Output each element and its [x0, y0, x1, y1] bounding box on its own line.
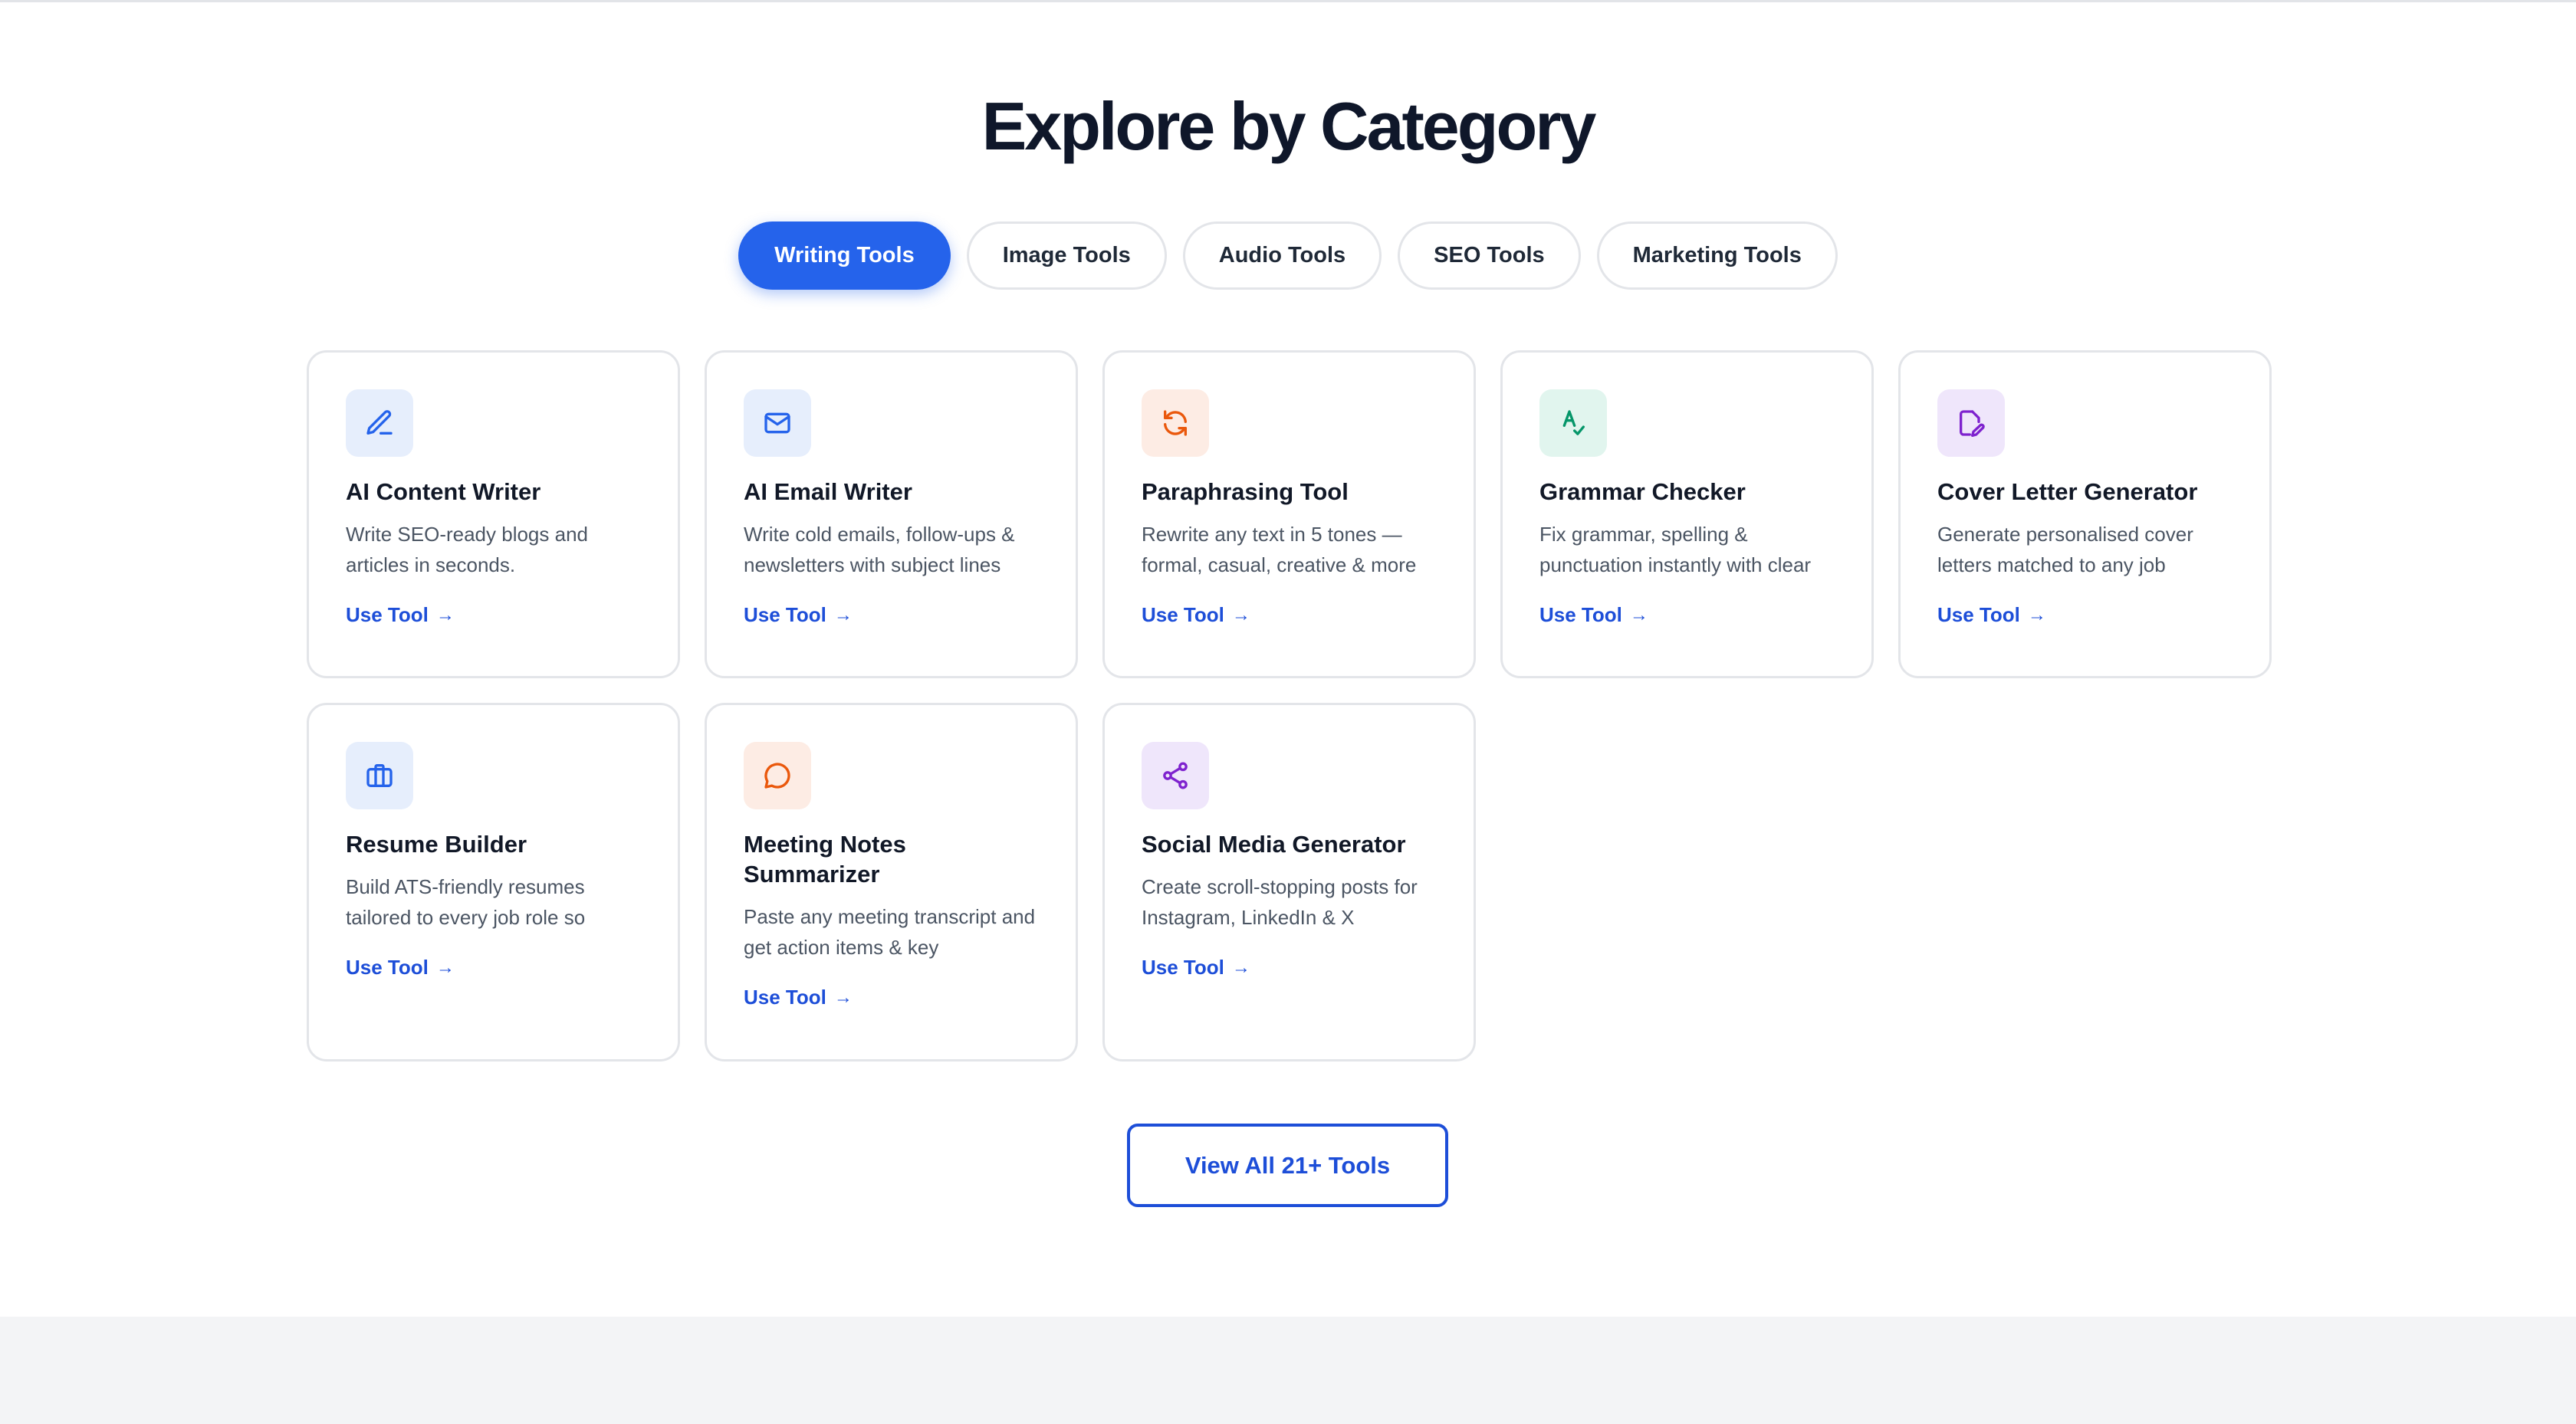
tool-card-description: Create scroll-stopping posts for Instagr…	[1142, 875, 1418, 929]
refresh-icon	[1142, 389, 1209, 457]
share-icon	[1142, 742, 1209, 809]
tools-grid: AI Content Writer Write SEO-ready blogs …	[307, 350, 2272, 1061]
arrow-right-icon: →	[1231, 956, 1250, 978]
tool-card-description: Build ATS-friendly resumes tailored to e…	[346, 875, 586, 929]
tool-card-title: Cover Letter Generator	[1937, 478, 2198, 505]
tab-image-tools[interactable]: Image Tools	[966, 221, 1167, 290]
tool-card-ai-email-writer[interactable]: AI Email Writer Write cold emails, follo…	[705, 350, 1078, 678]
section-title: Explore by Category	[981, 88, 1597, 164]
tool-card-description: Write SEO-ready blogs and articles in se…	[346, 523, 588, 576]
top-divider	[0, 0, 2576, 2]
tool-card-resume-builder[interactable]: Resume Builder Build ATS-friendly resume…	[307, 703, 680, 1061]
tool-card-title: Resume Builder	[346, 831, 527, 858]
category-tabs: Writing Tools Image Tools Audio Tools SE…	[0, 221, 2576, 290]
use-tool-label: Use Tool	[346, 603, 429, 626]
briefcase-icon	[346, 742, 413, 809]
use-tool-link[interactable]: Use Tool →	[744, 986, 853, 1009]
tool-card-ai-content-writer[interactable]: AI Content Writer Write SEO-ready blogs …	[307, 350, 680, 678]
file-edit-icon	[1937, 389, 2005, 457]
use-tool-link[interactable]: Use Tool →	[1937, 603, 2046, 627]
pencil-icon	[346, 389, 413, 457]
tool-card-title: AI Content Writer	[346, 478, 541, 505]
footer-band	[0, 1317, 2576, 1424]
tool-card-title: Social Media Generator	[1142, 831, 1406, 858]
tool-card-grammar-checker[interactable]: Grammar Checker Fix grammar, spelling & …	[1500, 350, 1874, 678]
tool-card-paraphrasing-tool[interactable]: Paraphrasing Tool Rewrite any text in 5 …	[1102, 350, 1476, 678]
tab-audio-tools[interactable]: Audio Tools	[1182, 221, 1382, 290]
tool-card-description: Rewrite any text in 5 tones — formal, ca…	[1142, 523, 1417, 576]
use-tool-link[interactable]: Use Tool →	[744, 603, 853, 627]
use-tool-link[interactable]: Use Tool →	[1142, 956, 1250, 979]
mail-icon	[744, 389, 811, 457]
tool-card-description: Fix grammar, spelling & punctuation inst…	[1539, 523, 1812, 576]
spell-check-icon	[1539, 389, 1607, 457]
tab-seo-tools[interactable]: SEO Tools	[1398, 221, 1581, 290]
use-tool-label: Use Tool	[1539, 603, 1622, 626]
tab-marketing-tools[interactable]: Marketing Tools	[1596, 221, 1838, 290]
use-tool-label: Use Tool	[744, 986, 826, 1009]
arrow-right-icon: →	[833, 604, 853, 625]
arrow-right-icon: →	[435, 604, 455, 625]
use-tool-label: Use Tool	[346, 956, 429, 979]
use-tool-link[interactable]: Use Tool →	[346, 956, 455, 979]
use-tool-label: Use Tool	[744, 603, 826, 626]
view-all-tools-button[interactable]: View All 21+ Tools	[1127, 1124, 1448, 1207]
tool-card-description: Generate personalised cover letters matc…	[1937, 523, 2193, 576]
arrow-right-icon: →	[1629, 604, 1648, 625]
use-tool-label: Use Tool	[1142, 603, 1224, 626]
tool-card-social-media-generator[interactable]: Social Media Generator Create scroll-sto…	[1102, 703, 1476, 1061]
chat-bubble-icon	[744, 742, 811, 809]
arrow-right-icon: →	[2027, 604, 2046, 625]
use-tool-label: Use Tool	[1937, 603, 2020, 626]
use-tool-link[interactable]: Use Tool →	[1539, 603, 1648, 627]
tool-card-title: Grammar Checker	[1539, 478, 1746, 505]
tool-card-description: Paste any meeting transcript and get act…	[744, 905, 1036, 959]
tool-card-meeting-notes-summarizer[interactable]: Meeting Notes Summarizer Paste any meeti…	[705, 703, 1078, 1061]
tool-card-description: Write cold emails, follow-ups & newslett…	[744, 523, 1015, 576]
arrow-right-icon: →	[435, 956, 455, 978]
tool-card-cover-letter-generator[interactable]: Cover Letter Generator Generate personal…	[1898, 350, 2272, 678]
tool-card-title: Meeting Notes Summarizer	[744, 831, 906, 888]
arrow-right-icon: →	[1231, 604, 1250, 625]
tool-card-title: AI Email Writer	[744, 478, 912, 505]
use-tool-link[interactable]: Use Tool →	[346, 603, 455, 627]
tool-card-title: Paraphrasing Tool	[1142, 478, 1349, 505]
use-tool-link[interactable]: Use Tool →	[1142, 603, 1250, 627]
use-tool-label: Use Tool	[1142, 956, 1224, 979]
arrow-right-icon: →	[833, 986, 853, 1008]
tab-writing-tools[interactable]: Writing Tools	[738, 221, 951, 290]
